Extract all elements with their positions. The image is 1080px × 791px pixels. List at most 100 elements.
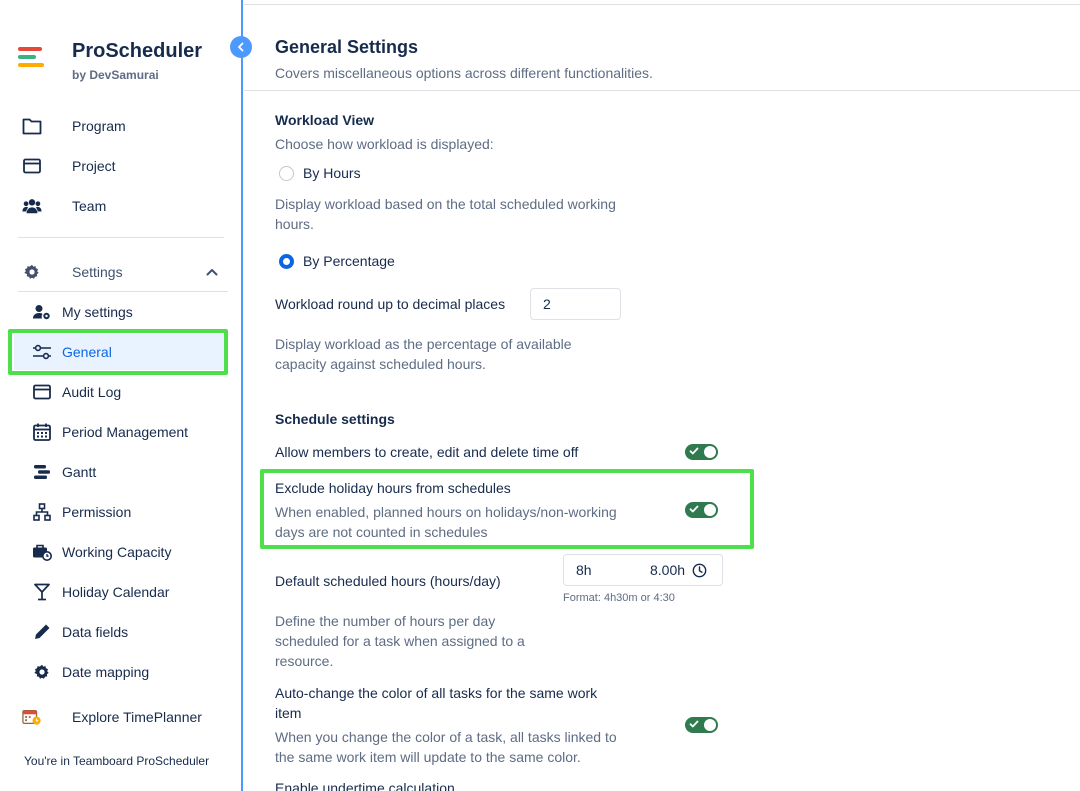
toggle-knob (704, 719, 716, 731)
auto-color-label-line-1: Auto-change the color of all tasks for t… (275, 685, 598, 701)
default-hours-decimal: 8.00h (650, 562, 686, 578)
hierarchy-icon (32, 502, 52, 522)
gear-icon (22, 262, 42, 282)
user-gear-icon (32, 302, 52, 322)
folder-icon (22, 116, 42, 136)
settings-item-general[interactable]: General (14, 334, 224, 370)
page-subtitle: Covers miscellaneous options across diff… (275, 65, 653, 81)
format-hint: Format: 4h30m or 4:30 (563, 592, 675, 604)
default-hours-input[interactable]: 8h 8.00h (563, 554, 723, 586)
auto-color-description-line-1: When you change the color of a task, all… (275, 729, 617, 745)
settings-item-label: Gantt (62, 464, 97, 480)
explore-timeplanner-link[interactable]: Explore TimePlanner (0, 699, 240, 735)
exclude-holiday-description-line-1: When enabled, planned hours on holidays/… (275, 504, 617, 520)
allow-timeoff-label: Allow members to create, edit and delete… (275, 444, 579, 460)
hours-description-line-2: hours. (275, 216, 314, 232)
cocktail-icon (32, 582, 52, 602)
header-divider (244, 90, 1080, 91)
settings-item-label: Holiday Calendar (62, 584, 170, 600)
nav-item-team[interactable]: Team (0, 188, 240, 224)
settings-item-working-capacity[interactable]: Working Capacity (14, 534, 224, 570)
window-icon (32, 382, 52, 402)
default-hours-label: Default scheduled hours (hours/day) (275, 573, 501, 589)
workspace-footer: You're in Teamboard ProScheduler (24, 754, 210, 768)
radio-label-by-hours[interactable]: By Hours (303, 165, 361, 181)
settings-item-label: Date mapping (62, 664, 150, 680)
exclude-holiday-toggle[interactable] (685, 502, 718, 518)
settings-item-label: My settings (62, 304, 133, 320)
settings-item-label: Permission (62, 504, 132, 520)
settings-item-permission[interactable]: Permission (14, 494, 224, 530)
app-byline: by DevSamurai (72, 68, 159, 82)
schedule-settings-heading: Schedule settings (275, 411, 395, 427)
workload-view-heading: Workload View (275, 112, 375, 128)
sidebar-separator (18, 237, 224, 238)
settings-item-label: Data fields (62, 624, 129, 640)
auto-color-description-line-2: the same work item will update to the sa… (275, 749, 581, 765)
workload-prompt: Choose how workload is displayed: (275, 136, 494, 152)
gantt-icon (32, 462, 52, 482)
settings-item-period-management[interactable]: Period Management (14, 414, 224, 450)
nav-item-label: Project (72, 158, 116, 174)
calendar-clock-icon (22, 707, 42, 727)
gear-icon (32, 662, 52, 682)
default-hours-description-line-3: resource. (275, 653, 334, 669)
chevron-left-icon (238, 42, 244, 52)
app-name: ProScheduler (72, 40, 203, 62)
default-hours-description-line-1: Define the number of hours per day (275, 613, 496, 629)
settings-item-my-settings[interactable]: My settings (14, 294, 224, 330)
toggle-knob (704, 504, 716, 516)
settings-divider (18, 291, 228, 292)
calendar-icon (32, 422, 52, 442)
collapse-sidebar-button[interactable] (230, 36, 252, 58)
pencil-icon (32, 622, 52, 642)
settings-section-toggle[interactable]: Settings (0, 254, 240, 290)
exclude-holiday-label: Exclude holiday hours from schedules (275, 480, 511, 496)
settings-item-audit-log[interactable]: Audit Log (14, 374, 224, 410)
sliders-icon (32, 342, 52, 362)
toggle-knob (704, 446, 716, 458)
app-logo (18, 47, 46, 73)
percentage-description-line-2: capacity against scheduled hours. (275, 356, 486, 372)
default-hours-value: 8h (576, 562, 592, 578)
nav-item-project[interactable]: Project (0, 148, 240, 184)
explore-label: Explore TimePlanner (72, 709, 202, 725)
sidebar: ProScheduler by DevSamurai Program Proje… (0, 0, 242, 791)
radio-by-percentage[interactable] (279, 254, 294, 269)
percentage-description-line-1: Display workload as the percentage of av… (275, 336, 572, 352)
team-icon (22, 196, 42, 216)
check-icon (689, 505, 699, 513)
nav-item-label: Program (72, 118, 126, 134)
settings-item-holiday-calendar[interactable]: Holiday Calendar (14, 574, 224, 610)
check-icon (689, 447, 699, 455)
nav-item-program[interactable]: Program (0, 108, 240, 144)
settings-label: Settings (72, 264, 123, 280)
round-decimal-label: Workload round up to decimal places (275, 296, 506, 312)
settings-item-date-mapping[interactable]: Date mapping (14, 654, 224, 690)
settings-item-label: Working Capacity (62, 544, 172, 560)
page-title: General Settings (275, 37, 419, 57)
settings-item-gantt[interactable]: Gantt (14, 454, 224, 490)
check-icon (689, 720, 699, 728)
chevron-up-icon[interactable] (205, 265, 219, 279)
briefcase-clock-icon (32, 542, 52, 562)
top-border (244, 4, 1080, 5)
settings-item-label: General (62, 344, 112, 360)
hours-description-line-1: Display workload based on the total sche… (275, 196, 616, 212)
settings-item-label: Period Management (62, 424, 189, 440)
allow-timeoff-toggle[interactable] (685, 444, 718, 460)
auto-color-label-line-2: item (275, 705, 302, 721)
settings-item-label: Audit Log (62, 384, 122, 400)
nav-item-label: Team (72, 198, 107, 214)
exclude-holiday-description-line-2: days are not counted in schedules (275, 524, 488, 540)
sidebar-border[interactable] (241, 0, 243, 791)
clock-icon (692, 563, 707, 578)
radio-label-by-percentage[interactable]: By Percentage (303, 253, 395, 269)
auto-color-toggle[interactable] (685, 717, 718, 733)
window-icon (22, 156, 42, 176)
undertime-label: Enable undertime calculation (275, 780, 455, 791)
settings-item-data-fields[interactable]: Data fields (14, 614, 224, 650)
decimal-places-input[interactable]: 2 (530, 288, 621, 320)
default-hours-description-line-2: scheduled for a task when assigned to a (275, 633, 525, 649)
radio-by-hours[interactable] (279, 166, 294, 181)
